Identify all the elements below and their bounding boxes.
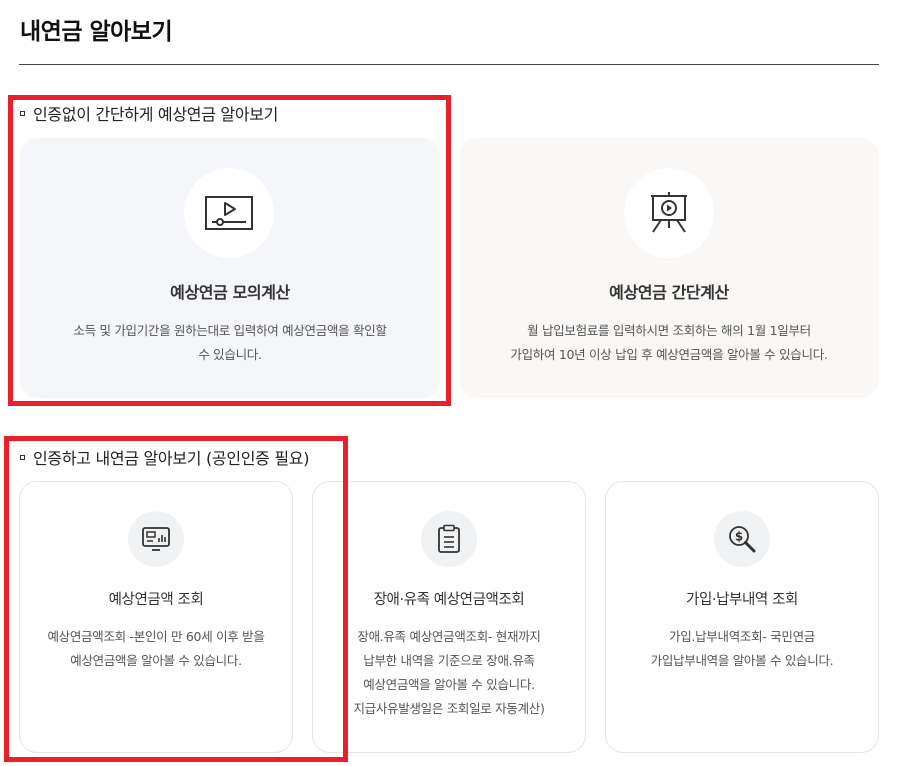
highlight-box-section1: [8, 95, 451, 406]
card-simple-calculation[interactable]: 예상연금 간단계산 월 납입보험료를 입력하시면 조회하는 해의 1월 1일부터…: [459, 138, 879, 398]
card-title: 예상연금 간단계산: [609, 283, 729, 302]
card-desc-line: 장애.유족 예상연금액조회- 현재까지: [357, 629, 541, 644]
card-desc-line: 지급사유발생일은 조회일로 자동계산): [353, 701, 545, 716]
clipboard-icon: [438, 524, 460, 553]
presentation-easel-icon: [651, 192, 687, 233]
icon-circle: [624, 168, 714, 258]
card-subscription-payment-history[interactable]: $ 가입·납부내역 조회 가입.납부내역조회- 국민연금 가입납부내역을 알아볼…: [605, 481, 879, 753]
card-desc-line: 납부한 내역을 기준으로 장애.유족: [363, 653, 535, 668]
card-desc-line1: 월 납입보험료를 입력하시면 조회하는 해의 1월 1일부터: [527, 323, 811, 338]
icon-circle: $: [714, 511, 770, 567]
card-desc-line: 예상연금액을 알아볼 수 있습니다.: [363, 677, 535, 692]
card-title: 가입·납부내역 조회: [686, 592, 798, 608]
card-title: 장애·유족 예상연금액조회: [373, 592, 525, 608]
card-disability-survivor-inquiry[interactable]: 장애·유족 예상연금액조회 장애.유족 예상연금액조회- 현재까지 납부한 내역…: [312, 481, 586, 753]
card-desc-line: 가입.납부내역조회- 국민연금: [669, 629, 815, 644]
card-desc-line2: 가입하여 10년 이상 납입 후 예상연금액을 알아볼 수 있습니다.: [510, 347, 828, 362]
highlight-box-section2: [4, 436, 348, 762]
svg-text:$: $: [735, 530, 743, 544]
card-desc-line: 가입납부내역을 알아볼 수 있습니다.: [650, 653, 834, 668]
icon-circle: [421, 511, 477, 567]
dollar-search-icon: $: [729, 526, 756, 553]
page-title: 내연금 알아보기: [20, 19, 173, 45]
title-divider: [19, 64, 879, 65]
